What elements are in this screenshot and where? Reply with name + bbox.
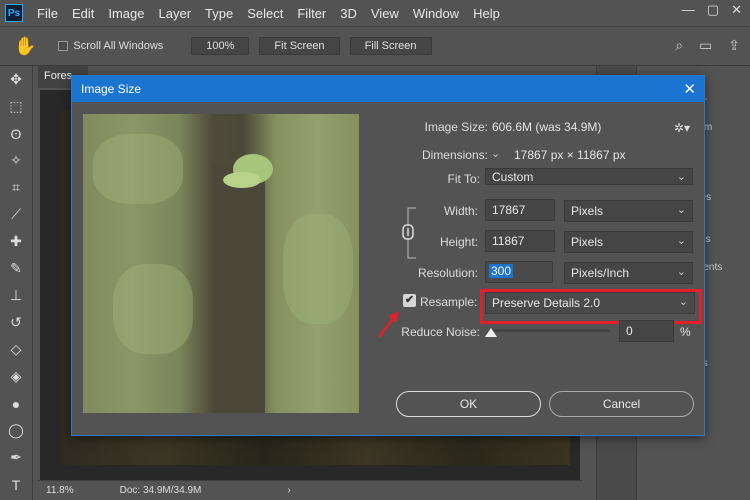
preview-leaf: [223, 172, 261, 188]
window-close-button[interactable]: ✕: [731, 2, 742, 18]
width-label: Width:: [443, 204, 478, 218]
dialog-titlebar: Image Size ✕: [72, 76, 704, 102]
resolution-unit-value: Pixels/Inch: [571, 266, 630, 280]
ok-button[interactable]: OK: [396, 391, 541, 417]
menu-select[interactable]: Select: [247, 6, 283, 21]
fit-to-value: Custom: [492, 170, 534, 184]
history-brush-icon[interactable]: ↺: [0, 309, 32, 336]
scroll-all-windows-checkbox[interactable]: Scroll All Windows: [58, 40, 163, 52]
resample-select[interactable]: Preserve Details 2.0 ⌄: [485, 292, 695, 314]
resolution-unit-select[interactable]: Pixels/Inch ⌄: [564, 262, 693, 284]
reduce-noise-unit: %: [680, 325, 691, 339]
tools-panel: ✥ ⬚ ʘ ✧ ⌗ ⟋ ✚ ✎ ⊥ ↺ ◇ ◈ ● ◯ ✒ T: [0, 66, 33, 500]
preview-trunk: [213, 164, 265, 413]
menu-image[interactable]: Image: [108, 6, 144, 21]
lasso-icon[interactable]: ʘ: [0, 120, 32, 147]
menu-view[interactable]: View: [371, 6, 399, 21]
eyedropper-icon[interactable]: ⟋: [0, 201, 32, 228]
dimensions-label: Dimensions:: [421, 148, 488, 162]
resample-checkbox[interactable]: ✔: [403, 294, 416, 307]
menu-window[interactable]: Window: [413, 6, 459, 21]
dimensions-value: 17867 px × 11867 px: [514, 148, 626, 162]
chevron-down-icon: ⌄: [676, 171, 686, 183]
search-icon[interactable]: ⌕: [675, 37, 683, 54]
dodge-icon[interactable]: ◯: [0, 417, 32, 444]
pen-icon[interactable]: ✒: [0, 444, 32, 471]
photoshop-logo: Ps: [5, 4, 23, 22]
blur-icon[interactable]: ●: [0, 390, 32, 417]
resolution-input[interactable]: 300: [485, 261, 553, 283]
height-unit-select[interactable]: Pixels ⌄: [564, 231, 693, 253]
menu-edit[interactable]: Edit: [72, 6, 94, 21]
image-size-value: 606.6M (was 34.9M): [492, 120, 602, 134]
fit-to-select[interactable]: Custom ⌄: [485, 168, 693, 185]
resolution-label: Resolution:: [417, 266, 478, 280]
resolution-value: 300: [489, 264, 514, 278]
fit-screen-button[interactable]: Fit Screen: [259, 37, 340, 55]
zoom-level[interactable]: 11.8%: [46, 485, 74, 496]
menu-file[interactable]: File: [37, 6, 58, 21]
gear-icon[interactable]: ✲▾: [674, 121, 690, 135]
menu-bar: Ps File Edit Image Layer Type Select Fil…: [0, 0, 750, 26]
restore-button[interactable]: ▢: [707, 2, 719, 18]
width-unit-value: Pixels: [571, 204, 604, 218]
marquee-icon[interactable]: ⬚: [0, 93, 32, 120]
chevron-down-icon: ⌄: [676, 204, 686, 216]
bucket-icon[interactable]: ◈: [0, 363, 32, 390]
scroll-all-windows-label: Scroll All Windows: [73, 40, 164, 52]
status-bar: 11.8% Doc: 34.9M/34.9M ›: [38, 480, 583, 500]
crop-icon[interactable]: ⌗: [0, 174, 32, 201]
image-size-dialog: Image Size ✕ Image Size: 606.6M (was 34.…: [71, 75, 705, 436]
doc-size-info: Doc: 34.9M/34.9M: [119, 485, 202, 496]
workspace-icon[interactable]: ▭: [699, 37, 712, 54]
menu-layer[interactable]: Layer: [159, 6, 192, 21]
hand-tool-icon[interactable]: ✋: [14, 36, 36, 57]
healing-icon[interactable]: ✚: [0, 228, 32, 255]
slider-handle[interactable]: [485, 328, 497, 337]
zoom-100-button[interactable]: 100%: [191, 37, 250, 55]
eraser-icon[interactable]: ◇: [0, 336, 32, 363]
menu-help[interactable]: Help: [473, 6, 500, 21]
stamp-icon[interactable]: ⊥: [0, 282, 32, 309]
height-input[interactable]: 11867: [485, 230, 555, 252]
reduce-noise-input[interactable]: 0: [619, 320, 674, 342]
magic-wand-icon[interactable]: ✧: [0, 147, 32, 174]
type-icon[interactable]: T: [0, 471, 32, 498]
fit-to-label: Fit To:: [447, 172, 480, 186]
chevron-down-icon: ⌄: [678, 296, 688, 308]
minimize-button[interactable]: —: [682, 2, 695, 18]
reduce-noise-slider[interactable]: [490, 329, 610, 332]
checkbox-box: [58, 41, 69, 51]
brush-icon[interactable]: ✎: [0, 255, 32, 282]
width-unit-select[interactable]: Pixels ⌄: [564, 200, 693, 222]
menu-filter[interactable]: Filter: [297, 6, 326, 21]
image-preview[interactable]: [83, 114, 359, 413]
fill-screen-button[interactable]: Fill Screen: [349, 37, 432, 55]
resample-label: Resample:: [420, 295, 478, 309]
height-label: Height:: [439, 235, 478, 249]
cancel-button[interactable]: Cancel: [549, 391, 694, 417]
chevron-down-icon[interactable]: ⌄: [491, 147, 500, 160]
chevron-down-icon: ⌄: [676, 235, 686, 247]
status-menu-arrow[interactable]: ›: [287, 485, 290, 496]
height-unit-value: Pixels: [571, 235, 604, 249]
dialog-title: Image Size: [81, 82, 142, 96]
chevron-down-icon: ⌄: [676, 266, 686, 278]
share-icon[interactable]: ⇪: [728, 37, 740, 54]
resample-value: Preserve Details 2.0: [492, 296, 601, 310]
menu-3d[interactable]: 3D: [340, 6, 357, 21]
move-icon[interactable]: ✥: [0, 66, 32, 93]
width-input[interactable]: 17867: [485, 199, 555, 221]
options-bar: ✋ Scroll All Windows 100% Fit Screen Fil…: [0, 26, 750, 66]
close-icon[interactable]: ✕: [683, 80, 696, 98]
image-size-label: Image Size:: [424, 120, 488, 134]
reduce-noise-label: Reduce Noise:: [401, 325, 480, 339]
menu-type[interactable]: Type: [205, 6, 233, 21]
